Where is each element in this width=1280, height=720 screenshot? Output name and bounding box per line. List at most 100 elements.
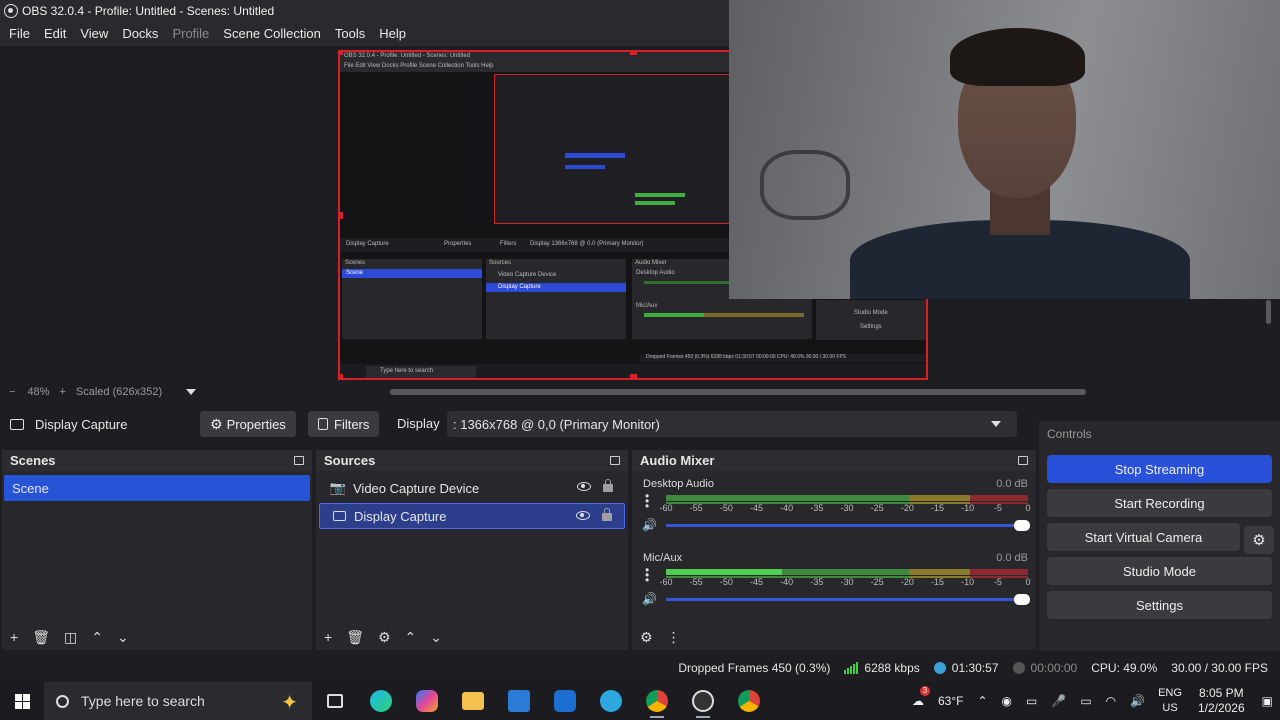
weather-temp[interactable]: 63°F xyxy=(938,694,963,708)
move-down-icon[interactable]: ⌄ xyxy=(430,629,442,646)
lock-icon[interactable] xyxy=(602,508,612,521)
chevron-up-icon[interactable]: ⌃ xyxy=(977,694,987,708)
menu-scene-collection[interactable]: Scene Collection xyxy=(216,22,328,46)
nested-statusbar: Dropped Frames 450 (0.3%) 6288 kbps 01:3… xyxy=(640,354,926,362)
filters-button[interactable]: Filters xyxy=(308,411,380,437)
speaker-icon[interactable]: 🔊 xyxy=(642,592,657,606)
meter-tick-label: 0 xyxy=(1025,577,1031,587)
add-scene-icon[interactable]: + xyxy=(10,629,18,645)
microphone-icon[interactable]: 🎤 xyxy=(1051,694,1066,708)
monitor-tray-icon[interactable]: ▭ xyxy=(1026,694,1037,708)
zoom-out-button[interactable]: − xyxy=(9,386,15,398)
weather-badge: 3 xyxy=(919,686,930,696)
preview-vscroll[interactable] xyxy=(1266,300,1271,324)
language-indicator[interactable]: ENG US xyxy=(1158,686,1182,716)
settings-button[interactable]: Settings xyxy=(1047,591,1272,619)
chrome-icon[interactable] xyxy=(726,682,772,720)
nested-sources-title: Sources xyxy=(489,260,512,266)
display-select[interactable]: : 1366x768 @ 0,0 (Primary Monitor) xyxy=(447,411,1017,437)
scene-filters-icon[interactable]: ◫ xyxy=(64,629,77,646)
obs-taskbar-icon[interactable] xyxy=(680,682,726,720)
source-item-label: Video Capture Device xyxy=(353,480,480,496)
task-view-icon[interactable] xyxy=(312,682,358,720)
properties-button[interactable]: ⚙ Properties xyxy=(200,411,296,437)
move-up-icon[interactable]: ⌃ xyxy=(91,629,103,646)
volume-slider[interactable] xyxy=(666,594,1030,605)
menu-tools[interactable]: Tools xyxy=(328,22,372,46)
weather-icon[interactable]: ☁ 3 xyxy=(912,686,930,708)
copilot-icon[interactable] xyxy=(404,682,450,720)
nested-scene: Scene xyxy=(346,270,364,276)
add-source-icon[interactable]: + xyxy=(324,629,332,645)
telegram-icon[interactable] xyxy=(588,682,634,720)
virtual-camera-settings-button[interactable]: ⚙ xyxy=(1244,526,1274,554)
zoom-in-button[interactable]: + xyxy=(59,386,65,398)
nested-src1: Video Capture Device xyxy=(498,272,557,278)
taskbar-search[interactable]: Type here to search ✦ xyxy=(44,682,312,720)
kebab-menu-icon[interactable]: ⋮ xyxy=(667,629,681,646)
studio-mode-button[interactable]: Studio Mode xyxy=(1047,557,1272,585)
gear-icon[interactable]: ⚙ xyxy=(640,629,653,646)
source-item-label: Display Capture xyxy=(354,508,447,524)
monitor-icon xyxy=(330,509,348,524)
move-down-icon[interactable]: ⌄ xyxy=(117,629,129,646)
meter-tick-label: -45 xyxy=(749,577,764,587)
display-label: Display xyxy=(397,416,440,431)
wifi-icon[interactable]: ◠ xyxy=(1106,694,1116,708)
zoom-dropdown-icon[interactable] xyxy=(186,389,197,395)
move-up-icon[interactable]: ⌃ xyxy=(405,629,417,646)
bitrate-value: 6288 kbps xyxy=(864,661,920,675)
remove-scene-icon[interactable]: 🗑 xyxy=(32,629,50,646)
meter-ticks: -60 -55 -50 -45 -40 -35 -30 -25 -20 -15 -10 -5 0 xyxy=(659,577,1031,587)
scene-item[interactable]: Scene xyxy=(4,475,310,501)
volume-icon[interactable]: 🔊 xyxy=(1130,694,1145,708)
undock-icon[interactable] xyxy=(1018,456,1028,465)
kebab-menu-icon[interactable]: • • • xyxy=(645,490,649,512)
menu-help[interactable]: Help xyxy=(372,22,413,46)
menu-edit[interactable]: Edit xyxy=(37,22,73,46)
nested-mic: Mic/Aux xyxy=(636,303,658,309)
clock[interactable]: 8:05 PM 1/2/2026 xyxy=(1198,686,1245,716)
menu-docks[interactable]: Docks xyxy=(115,22,165,46)
volume-slider[interactable] xyxy=(666,520,1030,531)
nested-mixer-title: Audio Mixer xyxy=(635,260,667,266)
remove-source-icon[interactable]: 🗑 xyxy=(346,629,364,646)
slider-handle[interactable] xyxy=(1014,594,1030,605)
menu-file[interactable]: File xyxy=(2,22,37,46)
eye-icon[interactable] xyxy=(577,482,591,491)
source-item-video-capture[interactable]: 📷 Video Capture Device xyxy=(319,475,625,501)
source-properties-icon[interactable]: ⚙ xyxy=(378,629,391,646)
level-meter xyxy=(666,495,1028,501)
start-virtual-camera-button[interactable]: Start Virtual Camera xyxy=(1047,523,1240,551)
preview-hscroll[interactable] xyxy=(390,389,1086,395)
stop-streaming-button[interactable]: Stop Streaming xyxy=(1047,455,1272,483)
start-recording-button[interactable]: Start Recording xyxy=(1047,489,1272,517)
meter-tick-label: -60 xyxy=(659,577,673,587)
lock-icon[interactable] xyxy=(603,479,613,492)
undock-icon[interactable] xyxy=(294,456,304,465)
audio-mixer-dock: Audio Mixer Desktop Audio 0.0 dB • • • -60… xyxy=(632,450,1036,650)
outlook-icon[interactable] xyxy=(542,682,588,720)
kebab-menu-icon[interactable]: • • • xyxy=(645,564,649,586)
menu-bar: File Edit View Docks Profile Scene Colle… xyxy=(0,22,730,46)
source-item-display-capture[interactable]: Display Capture xyxy=(319,503,625,529)
microsoft-store-icon[interactable] xyxy=(496,682,542,720)
battery-icon[interactable]: ▭ xyxy=(1080,694,1091,708)
slider-handle[interactable] xyxy=(1014,520,1030,531)
eye-icon[interactable] xyxy=(576,511,590,520)
chrome-icon[interactable] xyxy=(634,682,680,720)
edge-icon[interactable] xyxy=(358,682,404,720)
monitor-icon xyxy=(10,418,24,430)
speaker-icon[interactable]: 🔊 xyxy=(642,518,657,532)
meter-tick-label: -20 xyxy=(900,503,914,513)
undock-icon[interactable] xyxy=(610,456,620,465)
notifications-icon[interactable]: ▣ xyxy=(1262,694,1273,708)
signal-bars-icon xyxy=(844,662,859,674)
nested-settings: Settings xyxy=(860,324,882,330)
start-button[interactable] xyxy=(0,682,44,720)
nested-menu: File Edit View Docks Profile Scene Colle… xyxy=(344,63,494,69)
menu-view[interactable]: View xyxy=(73,22,115,46)
file-explorer-icon[interactable] xyxy=(450,682,496,720)
meter-tick-label: -25 xyxy=(870,503,884,513)
obs-tray-icon[interactable]: ◉ xyxy=(1002,694,1012,708)
